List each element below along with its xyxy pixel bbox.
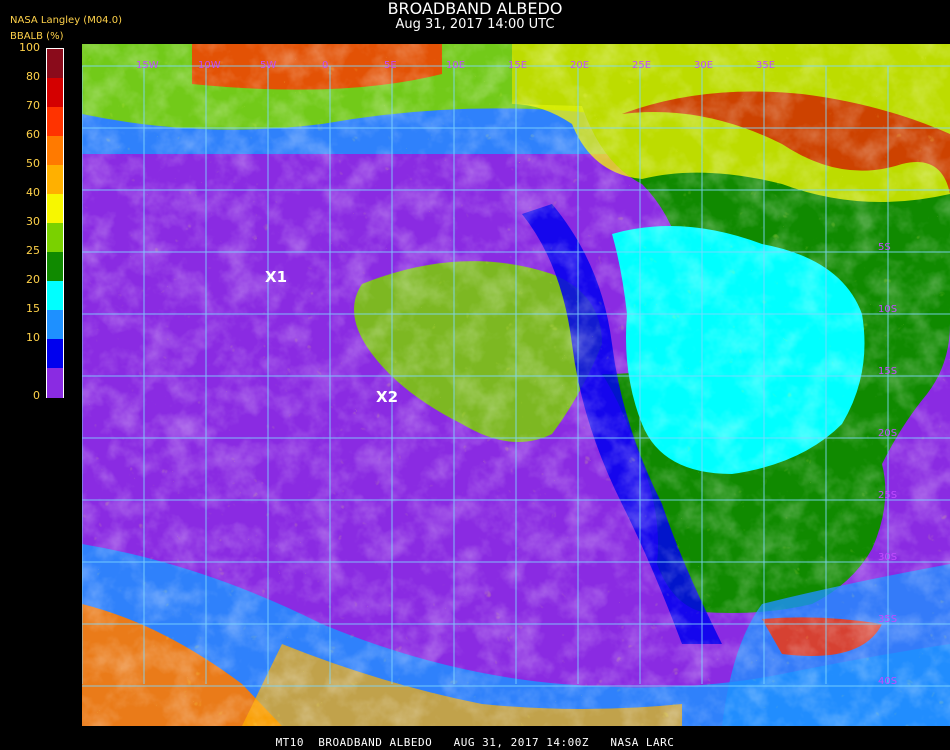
latitude-label: 5S — [878, 242, 891, 253]
map-title: BROADBAND ALBEDO — [387, 0, 563, 18]
longitude-label: 35E — [756, 60, 775, 71]
data-source-label: NASA Langley (M04.0) — [10, 15, 122, 26]
map-timestamp: Aug 31, 2017 14:00 UTC — [395, 17, 555, 32]
colorbar-tick-label: 60 — [26, 128, 40, 141]
marker-x2: X2 — [376, 388, 399, 406]
colorbar-segment — [47, 194, 63, 224]
colorbar-segment — [47, 49, 63, 79]
colorbar-segment — [47, 165, 63, 195]
colorbar-tick-label: 0 — [33, 389, 40, 402]
albedo-satellite-map: 15W 10W 5W 0 5E 10E 15E 20E 25E 30E 35E 5S 10S 15S 20S… — [82, 44, 950, 726]
latitude-label: 40S — [878, 676, 897, 687]
colorbar-segment — [47, 310, 63, 340]
latitude-label: 35S — [878, 614, 897, 625]
longitude-label: 5E — [384, 60, 397, 71]
colorbar-tick-label: 30 — [26, 215, 40, 228]
albedo-colorbar — [46, 48, 64, 398]
colorbar-segment — [47, 281, 63, 311]
colorbar-tick-label: 70 — [26, 99, 40, 112]
colorbar-segment — [47, 107, 63, 137]
longitude-label: 10W — [198, 60, 221, 71]
longitude-label: 5W — [260, 60, 276, 71]
colorbar-tick-label: 80 — [26, 70, 40, 83]
colorbar-segment — [47, 78, 63, 108]
latitude-label: 25S — [878, 490, 897, 501]
latitude-label: 15S — [878, 366, 897, 377]
marker-x1: X1 — [265, 268, 288, 286]
colorbar-tick-label: 50 — [26, 157, 40, 170]
colorbar-tick-label: 15 — [26, 302, 40, 315]
colorbar-segment — [47, 223, 63, 253]
longitude-label: 10E — [446, 60, 465, 71]
colorbar-tick-label: 40 — [26, 186, 40, 199]
colorbar-tick-label: 20 — [26, 273, 40, 286]
colorbar-segment — [47, 136, 63, 166]
footer-caption: MT10 BROADBAND ALBEDO AUG 31, 2017 14:00… — [275, 736, 675, 749]
colorbar-segment — [47, 339, 63, 369]
colorbar-tick-label: 10 — [26, 331, 40, 344]
colorbar-segment — [47, 368, 63, 398]
longitude-label: 15E — [508, 60, 527, 71]
colorbar-segment — [47, 252, 63, 282]
longitude-label: 0 — [322, 60, 328, 71]
latitude-label: 20S — [878, 428, 897, 439]
latitude-label: 30S — [878, 552, 897, 563]
colorbar-tick-label: 100 — [19, 41, 40, 54]
longitude-label: 30E — [694, 60, 713, 71]
latitude-label: 10S — [878, 304, 897, 315]
longitude-label: 25E — [632, 60, 651, 71]
longitude-label: 15W — [136, 60, 159, 71]
colorbar-tick-label: 25 — [26, 244, 40, 257]
longitude-label: 20E — [570, 60, 589, 71]
